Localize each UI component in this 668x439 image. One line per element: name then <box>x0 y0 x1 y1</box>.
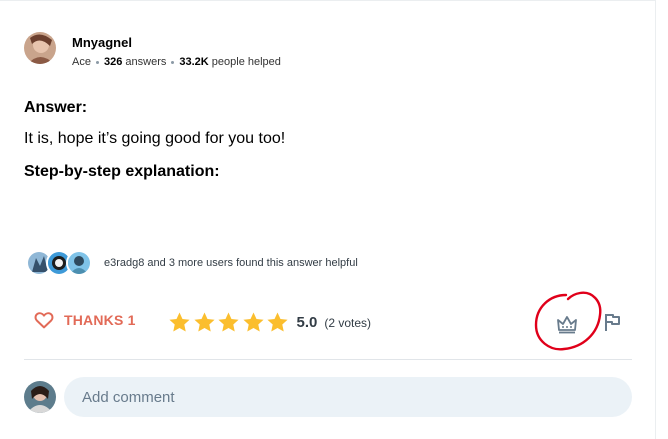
helped-label: people helped <box>211 56 281 68</box>
star-icon[interactable] <box>242 311 265 334</box>
helpful-users: e3radg8 and 3 more users found this answ… <box>26 250 358 276</box>
author-rank: Ace <box>72 56 91 68</box>
rating-value: 5.0 <box>296 314 318 331</box>
rating: 5.0 (2 votes) <box>168 311 371 334</box>
author-avatar[interactable] <box>24 32 56 64</box>
author-name[interactable]: Mnyagnel <box>72 35 281 51</box>
helpful-avatars <box>26 250 96 276</box>
answer-card: Mnyagnel Ace 326 answers 33.2K people help… <box>0 0 656 439</box>
step-by-step-heading: Step-by-step explanation: <box>24 163 220 180</box>
thanks-button[interactable]: THANKS 1 <box>34 311 136 329</box>
answer-text: It is, hope it’s going good for you too! <box>24 130 286 147</box>
answers-count: 326 <box>103 56 123 68</box>
add-comment-input[interactable] <box>64 377 632 417</box>
answer-heading: Answer: <box>24 99 88 116</box>
thanks-label: THANKS 1 <box>64 312 136 328</box>
star-rating[interactable] <box>168 311 291 334</box>
star-icon[interactable] <box>266 311 289 334</box>
author-block: Mnyagnel Ace 326 answers 33.2K people help… <box>24 32 281 69</box>
divider <box>24 359 632 360</box>
crown-icon[interactable] <box>556 314 578 339</box>
star-icon[interactable] <box>193 311 216 334</box>
helper-avatar[interactable] <box>66 250 92 276</box>
heart-icon <box>34 312 54 329</box>
answer-actions: THANKS 1 5.0 (2 votes) <box>34 291 634 351</box>
report-flag-icon[interactable] <box>603 312 621 337</box>
helped-count: 33.2K <box>179 56 209 68</box>
votes-count: (2 votes) <box>324 315 372 330</box>
helpful-text: e3radg8 and 3 more users found this answ… <box>104 257 358 269</box>
answers-label: answers <box>125 56 167 68</box>
current-user-avatar <box>24 381 56 413</box>
author-meta: Ace 326 answers 33.2K people helped <box>72 56 281 69</box>
star-icon[interactable] <box>217 311 240 334</box>
star-icon[interactable] <box>168 311 191 334</box>
